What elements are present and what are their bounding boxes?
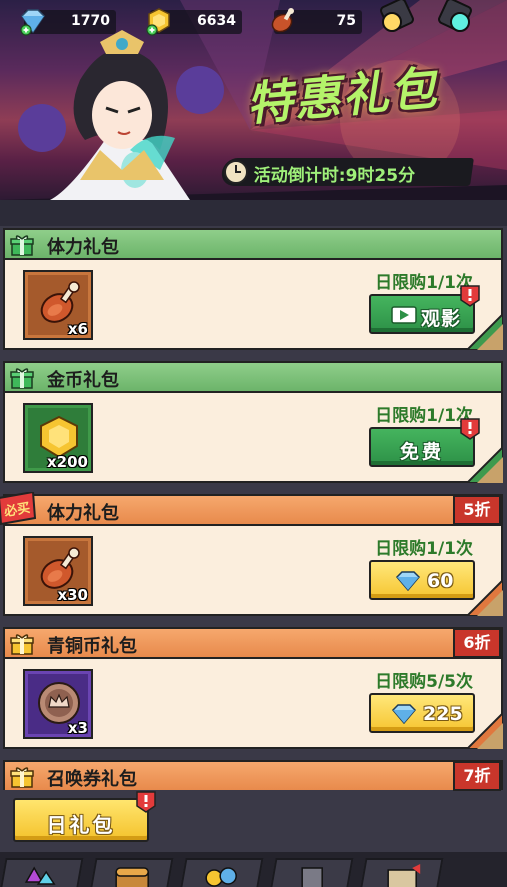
item-quantity: x30 [57,586,88,604]
pack-title: 金币礼包 [47,370,119,391]
gift-icon [10,235,34,256]
tab-treasure[interactable] [88,858,174,887]
diamond-plus-icon [20,9,45,36]
tab-shop[interactable] [178,858,264,887]
item-slot[interactable]: x6 [23,270,93,340]
pack-card: 体力礼包 x6 日限购1/1次 观影 [3,228,503,352]
pack-card: 青铜币礼包 6折 x3 日限购5/5次 225 [3,627,503,751]
pack-body: x3 日限购5/5次 225 [3,657,503,749]
button-label: 观影 [421,308,462,330]
diamond-icon [391,704,417,724]
red-dot-icon [136,791,156,813]
pack-header: 体力礼包 [3,228,503,258]
gift-icon [10,368,34,389]
buy-with-diamond-button[interactable]: 60 [369,560,475,600]
gift-icon [10,634,34,655]
red-dot-icon [460,285,480,307]
pack-header: 召唤券礼包 7折 [3,760,503,791]
hero-character [18,30,224,200]
daily-pack-label: 日礼包 [46,813,116,837]
gems-icon [24,866,56,885]
diamond-counter[interactable]: 1770 [20,9,116,36]
corner-decoration [467,314,503,350]
must-buy-tag: 必买 [0,492,37,526]
watch-ad-button[interactable]: 观影 [369,285,480,334]
gold-coin-plus-icon [146,8,170,36]
button-label: 免费 [399,441,444,463]
discount-badge: 6折 [453,628,501,658]
corner-decoration [467,447,503,483]
equipment-icon [301,867,323,887]
buy-with-diamond-button[interactable]: 225 [369,693,475,733]
meat-icon [271,8,294,33]
list-top-shadow [0,200,507,226]
stamina-value: 75 [336,13,356,29]
item-slot[interactable]: x30 [23,536,93,606]
discount-badge: 7折 [453,761,501,791]
currency-bar: 1770 6634 75 [0,0,507,44]
pack-body: x6 日限购1/1次 观影 [3,258,503,350]
pack-title: 体力礼包 [47,237,119,258]
pack-header: 金币礼包 [3,361,503,391]
tab-events[interactable] [358,858,444,887]
gold-value: 6634 [197,13,236,29]
gift-icon [10,767,34,788]
coin-pile-icon [205,867,237,887]
price-label: 225 [423,703,463,725]
clock-icon [224,160,248,184]
item-quantity: x3 [67,719,88,737]
discount-badge: 5折 [453,495,501,525]
bottom-tab-bar [0,852,507,887]
pack-title: 体力礼包 [47,503,119,524]
scroll-icon [387,864,421,887]
red-dot-icon [460,418,480,440]
pack-list[interactable]: 体力礼包 x6 日限购1/1次 观影 金币礼包 x200 日限购1/1次 免费 … [0,200,507,792]
pack-card: 体力礼包 5折 必买 x30 日限购1/1次 60 [0,492,503,618]
free-claim-button[interactable]: 免费 [369,418,480,467]
pack-title: 召唤券礼包 [47,769,137,790]
pack-header: 青铜币礼包 6折 [3,627,503,658]
diamond-value: 1770 [71,13,110,29]
pack-card: 金币礼包 x200 日限购1/1次 免费 [3,361,503,485]
countdown-text: 活动倒计时:9时25分 [253,166,416,186]
corner-decoration [467,580,503,616]
spotlight-icon [438,0,472,32]
item-quantity: x6 [67,320,88,338]
pack-body: x30 日限购1/1次 60 [3,524,503,616]
daily-pack-button[interactable]: 日礼包 [13,791,156,842]
video-icon [391,306,417,324]
item-quantity: x200 [47,453,88,471]
pack-title: 青铜币礼包 [47,636,137,657]
pack-body: x200 日限购1/1次 免费 [3,391,503,483]
stamina-counter[interactable]: 75 [271,8,362,34]
countdown-timer: 活动倒计时:9时25分 [220,158,474,186]
diamond-icon [395,571,421,591]
treasure-chest-icon [115,867,149,887]
tab-gems[interactable] [0,858,84,887]
purchase-limit: 日限购1/1次 [375,539,473,559]
corner-decoration [467,713,503,749]
pack-header: 体力礼包 5折 [3,494,503,525]
purchase-limit: 日限购5/5次 [375,672,473,692]
item-slot[interactable]: x3 [23,669,93,739]
gold-counter[interactable]: 6634 [146,8,242,36]
pack-card: 召唤券礼包 7折 [3,760,503,792]
tab-equipment[interactable] [268,858,354,887]
spotlight-icon [380,0,414,32]
item-slot[interactable]: x200 [23,403,93,473]
price-label: 60 [427,570,454,592]
